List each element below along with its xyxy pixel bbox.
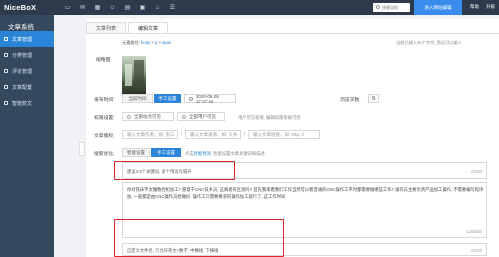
publish-time-value: 2020-05-08 17:37:44 [195, 93, 219, 104]
browse-count-stepper[interactable]: 9 [368, 94, 379, 103]
sidebar-item-article-manage[interactable]: 文章管理 [0, 31, 54, 47]
description-text: 你对铣床不太懂数控机加工? 愿意干CNC技术员, 这两者有区别吗? 首先我来看我… [127, 187, 484, 199]
publish-time-label: 发布时间: [94, 98, 115, 103]
window-icon[interactable]: ▣ [139, 4, 146, 11]
clock-icon [189, 96, 193, 101]
sidebar-item-label: 文章管理 [12, 36, 33, 43]
tab-edit-article[interactable]: 编辑文章 [128, 22, 169, 33]
collapse-sidebar-button[interactable]: ‹ [79, 142, 85, 156]
smart-icon [4, 101, 8, 105]
filename-count: 0/100 [471, 248, 482, 253]
home-icon[interactable]: ⌂ [154, 4, 161, 11]
user-icon[interactable]: ☺ [109, 4, 116, 11]
grid-icon[interactable]: ▦ [94, 4, 101, 11]
browse-count-label: 浏览次数: [340, 98, 361, 103]
element-path-prefix: 元素路径: [122, 40, 142, 45]
sidebar: 文章系统 文章管理 分类管理 评论管理 文章配置 智能软文 [0, 15, 54, 257]
upgrade-link[interactable]: 升级 [486, 4, 495, 10]
thumbnail-detail [125, 64, 132, 86]
description-count: 125/300 [466, 229, 482, 234]
seo-manual-button[interactable]: 手工设置 [151, 148, 181, 157]
sidebar-title: 文章系统 [8, 24, 34, 31]
sidebar-item-label: 分类管理 [12, 52, 33, 59]
user-permission-value: 全部用户可见 [189, 113, 216, 119]
seo-hint: 点击智能预测, 智能设置文章关键词和描述 [185, 151, 265, 157]
permission-label: 权限设置: [94, 116, 115, 121]
seo-smart-button[interactable]: 智能设置 [122, 148, 150, 157]
field-separator: / [181, 131, 183, 136]
monitor-icon[interactable]: ▭ [64, 4, 71, 11]
sidebar-item-category-manage[interactable]: 分类管理 [0, 47, 54, 63]
quick-nav-dropdown[interactable]: 快捷导航 [373, 3, 410, 12]
publish-time-input[interactable]: 2020-05-08 17:37:44 [184, 93, 236, 104]
tab-bar: 文章列表 编辑文章 [86, 19, 170, 33]
seo-label: 搜索优化: [94, 152, 115, 157]
brand-logo[interactable]: NiceBoX [0, 0, 54, 15]
sidebar-item-article-config[interactable]: 文章配置 [0, 79, 54, 95]
author-input[interactable]: 输入文章作者。如: 张三 [122, 130, 178, 139]
enter-site-editor-button[interactable]: 进入网站编辑 [414, 0, 462, 15]
site-permission-value: 全部站点可见 [134, 113, 161, 119]
chevron-left-icon: ‹ [81, 146, 83, 152]
site-permission-select[interactable]: 全部站点可见 [122, 112, 174, 121]
thumbnail-image[interactable] [122, 56, 146, 94]
keywords-count: 0/100 [471, 169, 482, 174]
sidebar-item-label: 评论管理 [12, 68, 33, 75]
seo-hint-prefix: 点击 [185, 151, 194, 156]
top-toolbar: ▭ ✉ ▦ ☺ ▤ ▣ ⌂ ☰ [64, 4, 176, 12]
chat-icon[interactable]: ✉ [79, 4, 86, 11]
tab-article-list[interactable]: 文章列表 [86, 22, 127, 33]
sidebar-item-smart-article[interactable]: 智能软文 [0, 95, 54, 111]
main-panel: 文章列表 编辑文章 元素路径: body > p > span 当前已输入45个… [86, 19, 499, 257]
settings-icon [4, 85, 8, 89]
path-body-link[interactable]: body [141, 40, 150, 45]
seo-hint-suffix: , 智能设置文章关键词和描述 [210, 151, 265, 156]
comment-icon [4, 69, 8, 73]
thumbnail-detail [134, 60, 144, 90]
quick-nav-label: 快捷导航 [382, 4, 398, 10]
tab-divider [86, 33, 499, 34]
sidebar-item-label: 文章配置 [12, 84, 33, 91]
publish-current-button[interactable]: 当前时间 [122, 94, 153, 103]
sidebar-item-comment-manage[interactable]: 评论管理 [0, 63, 54, 79]
char-count-hint: 当前已输入45个字符, 您还可以输入 [396, 40, 462, 45]
field-separator: / [244, 131, 246, 136]
publish-manual-button[interactable]: 手工设置 [154, 94, 181, 103]
permission-hint: 用户可见权限, 编辑权限系统可控 [238, 115, 301, 120]
source-input[interactable]: 输入文章来源。如: 头条 [185, 130, 241, 139]
smart-predict-link[interactable]: 智能预测 [194, 151, 211, 156]
thumb-label: 缩略图: [96, 58, 112, 63]
user-permission-select[interactable]: 全部用户可见 [177, 112, 225, 121]
element-path: 元素路径: body > p > span [122, 40, 171, 46]
keywords-highlight-box [114, 161, 235, 180]
help-link[interactable]: 帮助 [470, 4, 479, 10]
document-icon[interactable]: ▤ [124, 4, 131, 11]
category-icon [4, 53, 8, 57]
article-icon [4, 37, 8, 41]
list-icon[interactable]: ☰ [169, 4, 176, 11]
radio-icon [127, 114, 131, 119]
path-span-link[interactable]: span [162, 40, 171, 45]
quick-nav-icon [376, 4, 380, 9]
source-link-input[interactable]: 输入文章链接。如: http: // [248, 130, 320, 139]
sidebar-item-label: 智能软文 [12, 100, 33, 107]
copyright-label: 文章版权: [94, 134, 115, 139]
radio-icon [182, 114, 186, 119]
filename-highlight-box [114, 219, 284, 257]
